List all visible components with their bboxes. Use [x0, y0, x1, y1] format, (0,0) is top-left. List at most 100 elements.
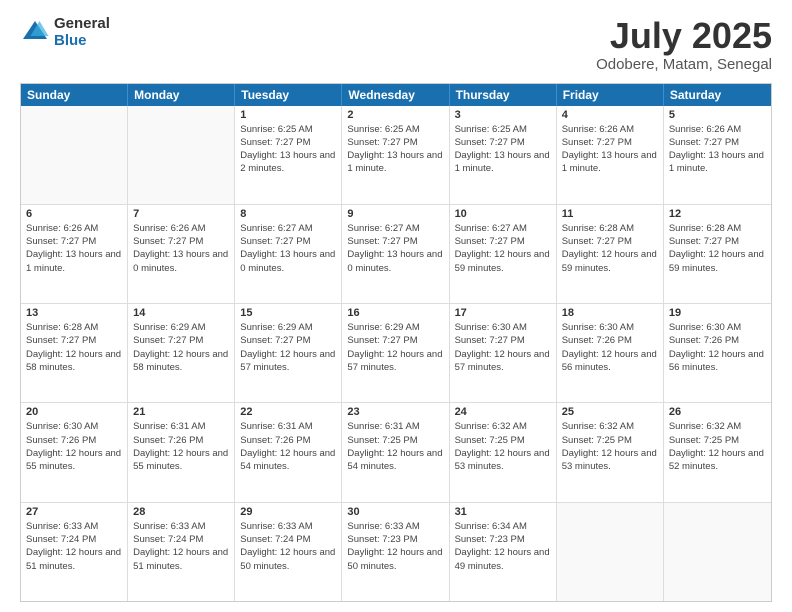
day-info: Sunrise: 6:28 AM Sunset: 7:27 PM Dayligh…	[562, 222, 658, 275]
day-info: Sunrise: 6:25 AM Sunset: 7:27 PM Dayligh…	[240, 123, 336, 176]
day-info: Sunrise: 6:25 AM Sunset: 7:27 PM Dayligh…	[455, 123, 551, 176]
day-number: 7	[133, 208, 229, 220]
calendar-cell: 1 Sunrise: 6:25 AM Sunset: 7:27 PM Daylig…	[235, 106, 342, 204]
day-number: 21	[133, 406, 229, 418]
day-number: 26	[669, 406, 766, 418]
day-info: Sunrise: 6:26 AM Sunset: 7:27 PM Dayligh…	[562, 123, 658, 176]
calendar-cell: 2 Sunrise: 6:25 AM Sunset: 7:27 PM Daylig…	[342, 106, 449, 204]
day-info: Sunrise: 6:31 AM Sunset: 7:25 PM Dayligh…	[347, 420, 443, 473]
day-number: 12	[669, 208, 766, 220]
calendar-cell: 23Sunrise: 6:31 AM Sunset: 7:25 PM Dayli…	[342, 403, 449, 501]
title-block: July 2025 Odobere, Matam, Senegal	[596, 16, 772, 73]
day-info: Sunrise: 6:33 AM Sunset: 7:24 PM Dayligh…	[133, 520, 229, 573]
day-info: Sunrise: 6:27 AM Sunset: 7:27 PM Dayligh…	[347, 222, 443, 275]
day-number: 13	[26, 307, 122, 319]
day-info: Sunrise: 6:26 AM Sunset: 7:27 PM Dayligh…	[133, 222, 229, 275]
logo: General Blue	[20, 16, 110, 49]
calendar-cell: 16Sunrise: 6:29 AM Sunset: 7:27 PM Dayli…	[342, 304, 449, 402]
calendar-cell: 12Sunrise: 6:28 AM Sunset: 7:27 PM Dayli…	[664, 205, 771, 303]
day-info: Sunrise: 6:27 AM Sunset: 7:27 PM Dayligh…	[455, 222, 551, 275]
calendar-week-1: 1 Sunrise: 6:25 AM Sunset: 7:27 PM Daylig…	[21, 106, 771, 205]
calendar-cell	[664, 503, 771, 601]
calendar-cell: 17 Sunrise: 6:30 AM Sunset: 7:27 PM Dayli…	[450, 304, 557, 402]
calendar-header-tuesday: Tuesday	[235, 84, 342, 106]
title-month: July 2025	[596, 16, 772, 56]
calendar-cell: 26 Sunrise: 6:32 AM Sunset: 7:25 PM Dayli…	[664, 403, 771, 501]
day-number: 11	[562, 208, 658, 220]
calendar-cell: 31Sunrise: 6:34 AM Sunset: 7:23 PM Dayli…	[450, 503, 557, 601]
logo-blue-text: Blue	[54, 33, 110, 50]
day-number: 5	[669, 109, 766, 121]
logo-text: General Blue	[54, 16, 110, 49]
day-number: 24	[455, 406, 551, 418]
calendar-week-5: 27Sunrise: 6:33 AM Sunset: 7:24 PM Dayli…	[21, 503, 771, 601]
calendar-cell: 4 Sunrise: 6:26 AM Sunset: 7:27 PM Daylig…	[557, 106, 664, 204]
day-info: Sunrise: 6:29 AM Sunset: 7:27 PM Dayligh…	[240, 321, 336, 374]
day-info: Sunrise: 6:33 AM Sunset: 7:24 PM Dayligh…	[26, 520, 122, 573]
calendar-body: 1 Sunrise: 6:25 AM Sunset: 7:27 PM Daylig…	[21, 106, 771, 601]
calendar-header-monday: Monday	[128, 84, 235, 106]
calendar-cell: 9 Sunrise: 6:27 AM Sunset: 7:27 PM Daylig…	[342, 205, 449, 303]
day-number: 8	[240, 208, 336, 220]
day-info: Sunrise: 6:32 AM Sunset: 7:25 PM Dayligh…	[669, 420, 766, 473]
day-number: 29	[240, 506, 336, 518]
calendar-cell: 27Sunrise: 6:33 AM Sunset: 7:24 PM Dayli…	[21, 503, 128, 601]
day-info: Sunrise: 6:26 AM Sunset: 7:27 PM Dayligh…	[26, 222, 122, 275]
calendar-cell: 13 Sunrise: 6:28 AM Sunset: 7:27 PM Dayli…	[21, 304, 128, 402]
calendar-header: SundayMondayTuesdayWednesdayThursdayFrid…	[21, 84, 771, 106]
calendar-cell: 3Sunrise: 6:25 AM Sunset: 7:27 PM Daylig…	[450, 106, 557, 204]
title-location: Odobere, Matam, Senegal	[596, 56, 772, 73]
calendar-cell: 5 Sunrise: 6:26 AM Sunset: 7:27 PM Daylig…	[664, 106, 771, 204]
day-number: 14	[133, 307, 229, 319]
calendar-cell	[557, 503, 664, 601]
calendar-header-saturday: Saturday	[664, 84, 771, 106]
day-info: Sunrise: 6:33 AM Sunset: 7:24 PM Dayligh…	[240, 520, 336, 573]
logo-general-text: General	[54, 16, 110, 33]
day-info: Sunrise: 6:32 AM Sunset: 7:25 PM Dayligh…	[455, 420, 551, 473]
day-info: Sunrise: 6:30 AM Sunset: 7:26 PM Dayligh…	[26, 420, 122, 473]
day-number: 9	[347, 208, 443, 220]
calendar-cell: 7 Sunrise: 6:26 AM Sunset: 7:27 PM Daylig…	[128, 205, 235, 303]
calendar-week-3: 13 Sunrise: 6:28 AM Sunset: 7:27 PM Dayli…	[21, 304, 771, 403]
calendar-cell: 28 Sunrise: 6:33 AM Sunset: 7:24 PM Dayli…	[128, 503, 235, 601]
day-info: Sunrise: 6:26 AM Sunset: 7:27 PM Dayligh…	[669, 123, 766, 176]
day-number: 15	[240, 307, 336, 319]
calendar-cell: 24 Sunrise: 6:32 AM Sunset: 7:25 PM Dayli…	[450, 403, 557, 501]
day-number: 4	[562, 109, 658, 121]
logo-icon	[20, 18, 50, 48]
day-number: 28	[133, 506, 229, 518]
day-number: 22	[240, 406, 336, 418]
calendar-cell: 19Sunrise: 6:30 AM Sunset: 7:26 PM Dayli…	[664, 304, 771, 402]
day-number: 20	[26, 406, 122, 418]
calendar: SundayMondayTuesdayWednesdayThursdayFrid…	[20, 83, 772, 602]
day-info: Sunrise: 6:30 AM Sunset: 7:27 PM Dayligh…	[455, 321, 551, 374]
calendar-cell: 20 Sunrise: 6:30 AM Sunset: 7:26 PM Dayli…	[21, 403, 128, 501]
page: General Blue July 2025 Odobere, Matam, S…	[0, 0, 792, 612]
day-info: Sunrise: 6:28 AM Sunset: 7:27 PM Dayligh…	[26, 321, 122, 374]
day-number: 30	[347, 506, 443, 518]
day-info: Sunrise: 6:31 AM Sunset: 7:26 PM Dayligh…	[240, 420, 336, 473]
calendar-cell: 30 Sunrise: 6:33 AM Sunset: 7:23 PM Dayli…	[342, 503, 449, 601]
day-number: 1	[240, 109, 336, 121]
day-info: Sunrise: 6:33 AM Sunset: 7:23 PM Dayligh…	[347, 520, 443, 573]
calendar-header-friday: Friday	[557, 84, 664, 106]
calendar-cell	[128, 106, 235, 204]
calendar-cell: 14Sunrise: 6:29 AM Sunset: 7:27 PM Dayli…	[128, 304, 235, 402]
calendar-week-4: 20 Sunrise: 6:30 AM Sunset: 7:26 PM Dayli…	[21, 403, 771, 502]
calendar-cell: 11 Sunrise: 6:28 AM Sunset: 7:27 PM Dayli…	[557, 205, 664, 303]
day-info: Sunrise: 6:25 AM Sunset: 7:27 PM Dayligh…	[347, 123, 443, 176]
header: General Blue July 2025 Odobere, Matam, S…	[20, 16, 772, 73]
day-number: 17	[455, 307, 551, 319]
calendar-cell: 18Sunrise: 6:30 AM Sunset: 7:26 PM Dayli…	[557, 304, 664, 402]
day-info: Sunrise: 6:29 AM Sunset: 7:27 PM Dayligh…	[347, 321, 443, 374]
calendar-cell: 21 Sunrise: 6:31 AM Sunset: 7:26 PM Dayli…	[128, 403, 235, 501]
calendar-cell: 25Sunrise: 6:32 AM Sunset: 7:25 PM Dayli…	[557, 403, 664, 501]
day-info: Sunrise: 6:31 AM Sunset: 7:26 PM Dayligh…	[133, 420, 229, 473]
day-number: 6	[26, 208, 122, 220]
calendar-cell: 6 Sunrise: 6:26 AM Sunset: 7:27 PM Daylig…	[21, 205, 128, 303]
calendar-cell: 22 Sunrise: 6:31 AM Sunset: 7:26 PM Dayli…	[235, 403, 342, 501]
day-info: Sunrise: 6:27 AM Sunset: 7:27 PM Dayligh…	[240, 222, 336, 275]
day-info: Sunrise: 6:34 AM Sunset: 7:23 PM Dayligh…	[455, 520, 551, 573]
calendar-header-sunday: Sunday	[21, 84, 128, 106]
day-number: 2	[347, 109, 443, 121]
